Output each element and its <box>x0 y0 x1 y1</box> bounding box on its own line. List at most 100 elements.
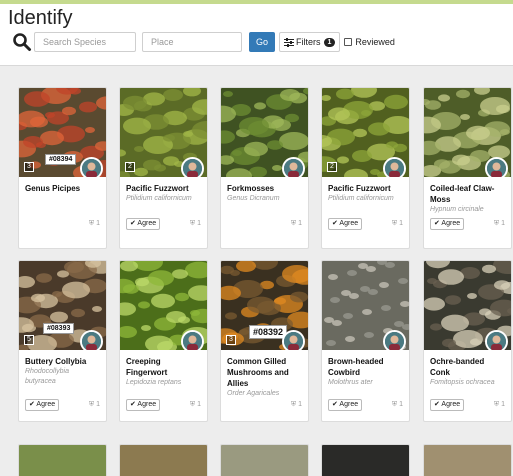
user-avatar[interactable] <box>181 157 204 177</box>
observation-card[interactable] <box>423 444 512 476</box>
observation-photo[interactable]: 2 <box>120 88 207 177</box>
common-name[interactable]: Brown-headed Cowbird <box>328 356 403 378</box>
specimen-tag: #08392 <box>249 325 288 339</box>
identification-count: ⛨ 1 <box>493 401 505 408</box>
sliders-icon <box>284 37 294 47</box>
observation-card[interactable]: #08393 5 Buttery Collybia Rhodocollybia but… <box>18 260 107 422</box>
observation-photo[interactable] <box>424 88 511 177</box>
common-name[interactable]: Coiled-leaf Claw-Moss <box>430 183 505 205</box>
identification-count: ⛨ 1 <box>88 220 100 227</box>
observation-card[interactable] <box>321 444 410 476</box>
page-title: Identify <box>8 7 73 29</box>
observation-info: Coiled-leaf Claw-Moss Hypnum circinale ✔ A… <box>424 177 511 248</box>
filters-label: Filters <box>296 37 321 47</box>
scientific-name: Order Agaricales <box>227 390 280 397</box>
scientific-name: Ptilidium californicum <box>328 195 394 202</box>
user-avatar[interactable] <box>485 330 508 350</box>
identification-count: ⛨ 1 <box>493 220 505 227</box>
observation-card[interactable]: Forkmosses Genus Dicranum ⛨ 1 <box>220 87 309 249</box>
identification-icon: ⛨ <box>189 401 196 408</box>
common-name[interactable]: Creeping Fingerwort <box>126 356 201 378</box>
specimen-tag: #08393 <box>43 323 75 334</box>
observation-card[interactable]: #08392 3 Common Gilled Mushrooms and Allie… <box>220 260 309 422</box>
observation-photo[interactable] <box>120 261 207 350</box>
observation-card[interactable] <box>18 444 107 476</box>
identification-icon: ⛨ <box>290 401 297 408</box>
agree-button[interactable]: ✔ Agree <box>328 399 363 411</box>
common-name[interactable]: Forkmosses <box>227 183 302 194</box>
user-avatar[interactable] <box>485 157 508 177</box>
common-name[interactable]: Buttery Collybia <box>25 356 100 367</box>
go-button[interactable]: Go <box>249 32 275 52</box>
observation-card[interactable]: 2 Pacific Fuzzwort Ptilidium californicum ✔… <box>119 87 208 249</box>
user-avatar[interactable] <box>282 157 305 177</box>
identification-icon: ⛨ <box>391 401 398 408</box>
observation-info: Forkmosses Genus Dicranum ⛨ 1 <box>221 177 308 248</box>
scientific-name: Hypnum circinale <box>430 206 484 213</box>
photo-count-badge: 2 <box>327 162 337 172</box>
specimen-tag: #08394 <box>45 154 77 165</box>
common-name[interactable]: Genus Picipes <box>25 183 100 194</box>
photo-count-badge: 5 <box>24 335 34 345</box>
user-avatar[interactable] <box>181 330 204 350</box>
identification-count: ⛨ 1 <box>290 401 302 408</box>
identification-count: ⛨ 1 <box>88 401 100 408</box>
identification-icon: ⛨ <box>493 401 500 408</box>
filters-count-badge: 1 <box>323 37 336 47</box>
user-avatar[interactable] <box>282 330 305 350</box>
agree-button[interactable]: ✔ Agree <box>126 399 161 411</box>
observation-info: Creeping Fingerwort Lepidozia reptans ✔ Ag… <box>120 350 207 421</box>
common-name[interactable]: Ochre-banded Conk <box>430 356 505 378</box>
scientific-name: Molothrus ater <box>328 379 373 386</box>
observation-card[interactable]: Ochre-banded Conk Fomitopsis ochracea ✔ Ag… <box>423 260 512 422</box>
observation-info: Pacific Fuzzwort Ptilidium californicum ✔ … <box>120 177 207 248</box>
scientific-name: Lepidozia reptans <box>126 379 182 386</box>
observation-photo[interactable] <box>322 261 409 350</box>
observation-card[interactable]: Coiled-leaf Claw-Moss Hypnum circinale ✔ A… <box>423 87 512 249</box>
common-name[interactable]: Pacific Fuzzwort <box>126 183 201 194</box>
agree-button[interactable]: ✔ Agree <box>430 218 465 230</box>
observation-info: Ochre-banded Conk Fomitopsis ochracea ✔ Ag… <box>424 350 511 421</box>
photo-count-badge: 3 <box>226 335 236 345</box>
identification-icon: ⛨ <box>391 220 398 227</box>
observation-photo[interactable]: #08394 3 <box>19 88 106 177</box>
observation-card[interactable]: #08394 3 Genus Picipes ⛨ 1 <box>18 87 107 249</box>
identification-icon: ⛨ <box>189 220 196 227</box>
agree-button[interactable]: ✔ Agree <box>126 218 161 230</box>
observation-photo[interactable] <box>221 88 308 177</box>
user-avatar[interactable] <box>383 330 406 350</box>
user-avatar[interactable] <box>80 330 103 350</box>
identification-count: ⛨ 1 <box>189 401 201 408</box>
reviewed-checkbox[interactable]: Reviewed <box>344 37 395 47</box>
observation-card[interactable]: Brown-headed Cowbird Molothrus ater ✔ Agre… <box>321 260 410 422</box>
identification-icon: ⛨ <box>88 401 95 408</box>
observation-card[interactable]: Creeping Fingerwort Lepidozia reptans ✔ Ag… <box>119 260 208 422</box>
place-input[interactable] <box>142 32 242 52</box>
observation-card[interactable] <box>119 444 208 476</box>
common-name[interactable]: Pacific Fuzzwort <box>328 183 403 194</box>
identification-count: ⛨ 1 <box>391 220 403 227</box>
scientific-name: Rhodocollybia butyracea <box>25 368 69 385</box>
agree-button[interactable]: ✔ Agree <box>430 399 465 411</box>
checkbox-box[interactable] <box>344 38 353 46</box>
observation-photo[interactable]: 2 <box>322 88 409 177</box>
observation-photo[interactable] <box>424 261 511 350</box>
identification-icon: ⛨ <box>493 220 500 227</box>
species-search-input[interactable] <box>34 32 136 52</box>
agree-button[interactable]: ✔ Agree <box>25 399 60 411</box>
identification-count: ⛨ 1 <box>290 220 302 227</box>
photo-count-badge: 2 <box>125 162 135 172</box>
agree-button[interactable]: ✔ Agree <box>328 218 363 230</box>
user-avatar[interactable] <box>80 157 103 177</box>
user-avatar[interactable] <box>383 157 406 177</box>
filters-button[interactable]: Filters 1 <box>279 32 341 52</box>
reviewed-label: Reviewed <box>355 37 395 47</box>
observation-photo[interactable]: #08392 3 <box>221 261 308 350</box>
observation-card[interactable]: 2 Pacific Fuzzwort Ptilidium californicum ✔… <box>321 87 410 249</box>
observation-info: Genus Picipes ⛨ 1 <box>19 177 106 248</box>
common-name[interactable]: Common Gilled Mushrooms and Allies <box>227 356 302 389</box>
observation-info: Buttery Collybia Rhodocollybia butyracea ✔… <box>19 350 106 421</box>
observation-card[interactable] <box>220 444 309 476</box>
observation-photo[interactable]: #08393 5 <box>19 261 106 350</box>
page-header: Identify Go Filters 1 Reviewed <box>0 4 513 66</box>
